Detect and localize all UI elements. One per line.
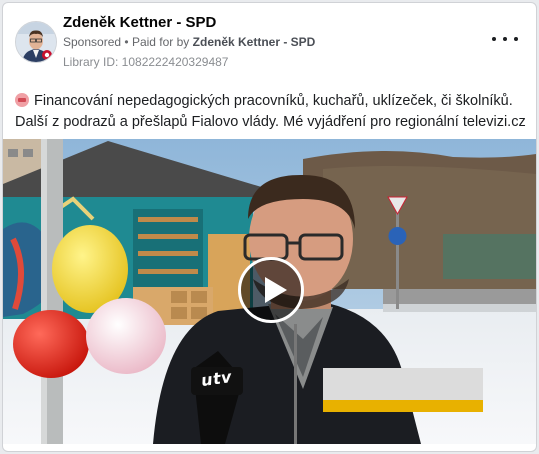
library-id: Library ID: 1082222420329487 [63, 55, 229, 69]
post-text-content: Financování nepedagogických pracovníků, … [15, 93, 526, 130]
page-name[interactable]: Zdeněk Kettner - SPD [63, 14, 216, 31]
more-dot [514, 37, 518, 41]
paid-for-prefix: Paid for by [131, 35, 190, 49]
video-player[interactable]: utv [3, 139, 536, 444]
lower-third-accent [323, 400, 483, 412]
post-meta: Sponsored • Paid for by Zdeněk Kettner -… [63, 35, 315, 49]
lower-third-bar [323, 368, 483, 400]
pink-balloon [86, 298, 166, 374]
post-text: Financování nepedagogických pracovníků, … [15, 91, 527, 133]
sponsored-label: Sponsored [63, 35, 122, 49]
play-button[interactable] [238, 257, 304, 323]
more-dot [503, 37, 507, 41]
avatar[interactable] [15, 21, 57, 63]
meta-separator: • [124, 35, 129, 49]
ticket-emoji-icon [15, 93, 29, 107]
paid-for-by-name: Zdeněk Kettner - SPD [192, 35, 316, 49]
red-balloon [13, 310, 89, 378]
more-options-button[interactable] [492, 29, 518, 49]
avatar-image [16, 22, 56, 62]
more-dots-icon [492, 37, 496, 41]
ad-post-card: Zdeněk Kettner - SPD Sponsored • Paid fo… [2, 2, 537, 452]
